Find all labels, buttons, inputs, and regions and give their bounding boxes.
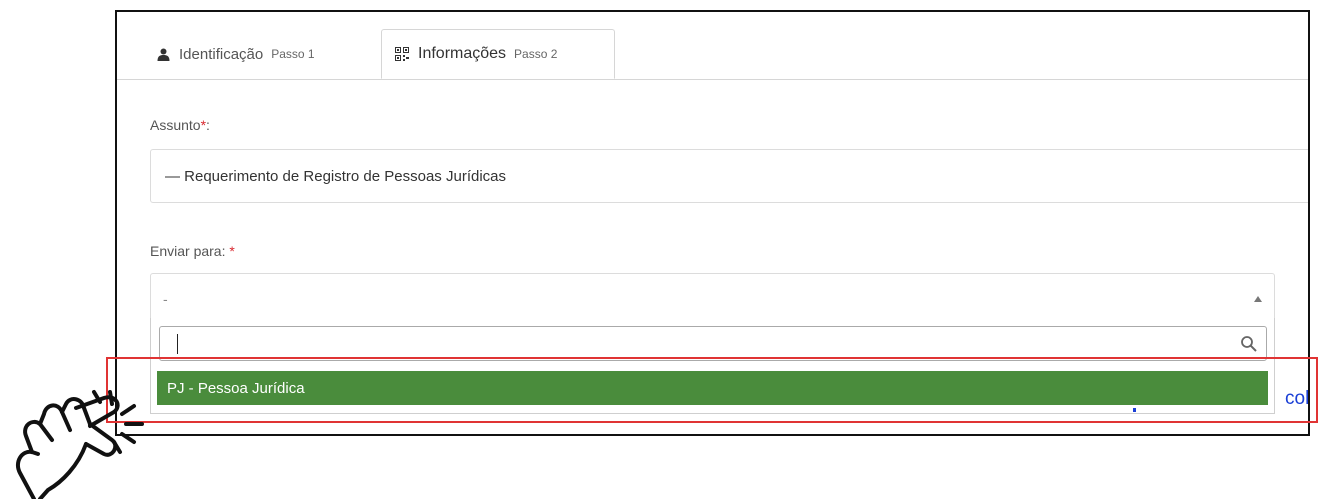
enviar-selected-value: -: [163, 291, 168, 307]
form-panel: Identificação Passo 1 Informações Passo …: [115, 10, 1310, 436]
search-icon: [1240, 335, 1258, 353]
tab-step: Passo 1: [271, 47, 315, 61]
text-cursor: [177, 334, 178, 354]
tab-identificacao[interactable]: Identificação Passo 1: [137, 29, 377, 79]
required-mark: *: [229, 243, 235, 259]
pointing-hand-click-icon: [0, 378, 160, 501]
qrcode-icon: [394, 46, 410, 62]
enviar-label: Enviar para: *: [150, 243, 235, 259]
option-label: PJ - Pessoa Jurídica: [167, 379, 305, 397]
assunto-field[interactable]: — Requerimento de Registro de Pessoas Ju…: [150, 149, 1308, 203]
enviar-label-text: Enviar para:: [150, 243, 226, 259]
tab-step: Passo 2: [514, 47, 558, 61]
enviar-dropdown: PJ - Pessoa Jurídica: [150, 318, 1275, 414]
user-icon: [155, 46, 171, 62]
assunto-value: — Requerimento de Registro de Pessoas Ju…: [165, 167, 507, 185]
underlying-link-fragment: [1133, 408, 1136, 412]
tab-label: Informações: [418, 45, 507, 62]
caret-up-icon: [1254, 296, 1262, 302]
tab-label: Identificação: [179, 45, 264, 63]
underlying-text-fragment: col: [1285, 388, 1310, 409]
tab-informacoes[interactable]: Informações Passo 2: [381, 29, 615, 79]
dropdown-option-pj[interactable]: PJ - Pessoa Jurídica: [157, 371, 1268, 405]
assunto-label: Assunto*:: [150, 117, 210, 133]
label-suffix: :: [206, 117, 210, 133]
assunto-label-text: Assunto: [150, 117, 201, 133]
dropdown-search-input[interactable]: [159, 326, 1267, 361]
step-tabs: Identificação Passo 1 Informações Passo …: [117, 12, 1308, 80]
